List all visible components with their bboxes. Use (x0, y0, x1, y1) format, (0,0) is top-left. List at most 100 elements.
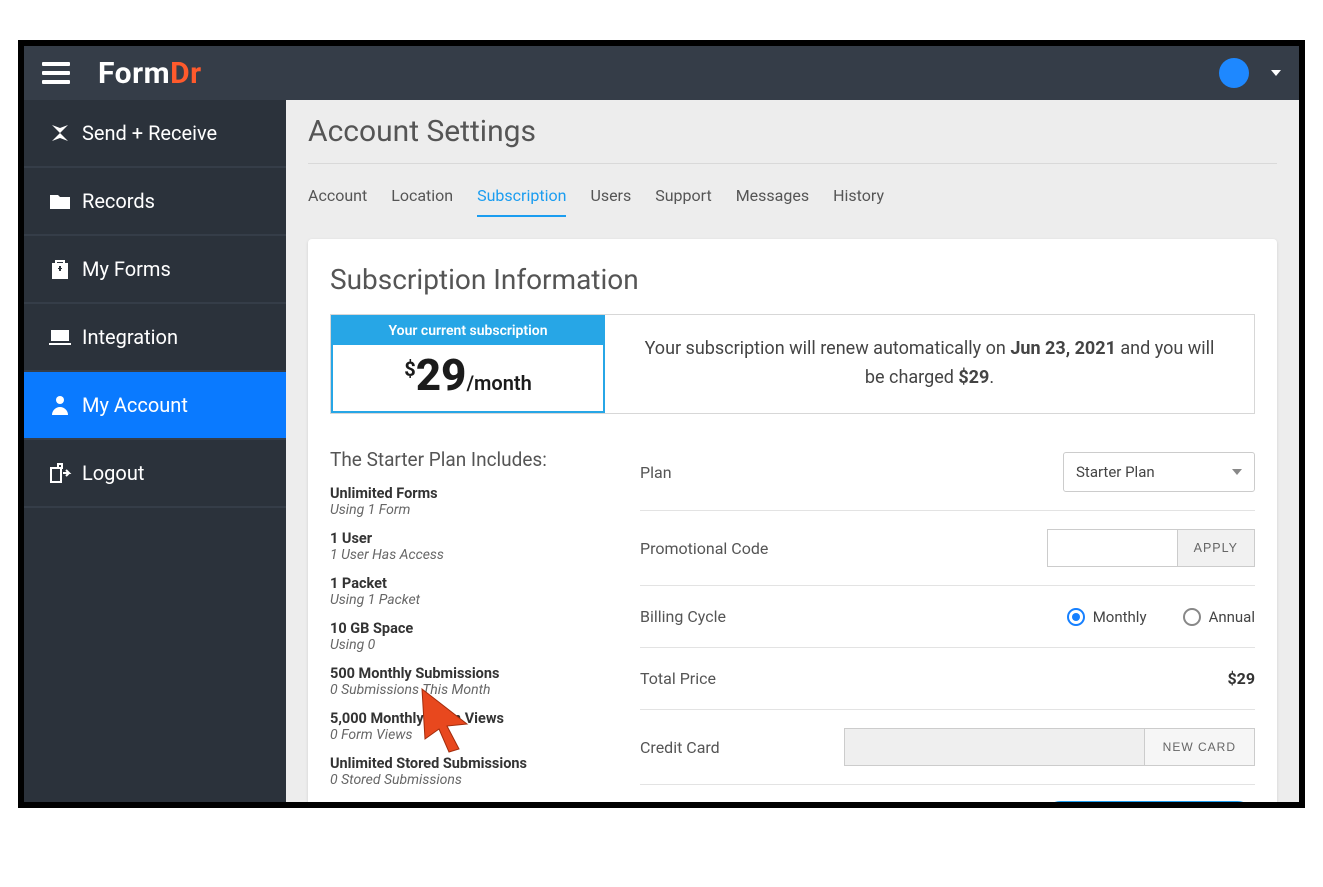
card-group: NEW CARD (844, 728, 1255, 766)
sidebar-item-send-receive[interactable]: Send + Receive (24, 100, 286, 168)
price-currency: $ (404, 357, 415, 381)
sidebar-item-integration[interactable]: Integration (24, 304, 286, 372)
page-title: Account Settings (308, 114, 1277, 164)
renew-date: Jun 23, 2021 (1010, 338, 1116, 359)
feature-sub: 0 Form Views (330, 727, 622, 743)
plan-label: Plan (640, 463, 672, 482)
billing-options: Monthly Annual (1067, 608, 1255, 626)
sidebar-item-label: Send + Receive (82, 121, 217, 145)
feature-sub: Using 1 Packet (330, 592, 622, 608)
renewal-notice: Your subscription will renew automatical… (605, 315, 1254, 413)
feature-item: 10 GB Space Using 0 (330, 620, 622, 653)
feature-item: 5,000 Monthly Form Views 0 Form Views (330, 710, 622, 743)
subscription-form: Plan Starter Plan Promotional Code APPLY (640, 448, 1255, 802)
sidebar-item-label: My Forms (82, 257, 171, 281)
feature-item: Unlimited Stored Submissions 0 Stored Su… (330, 755, 622, 788)
logo: FormDr (98, 56, 202, 91)
card-input[interactable] (844, 728, 1144, 766)
plan-select-value: Starter Plan (1076, 463, 1155, 481)
plan-select[interactable]: Starter Plan (1063, 452, 1255, 492)
new-card-button[interactable]: NEW CARD (1144, 728, 1255, 766)
feature-title: Unlimited Stored Submissions (330, 755, 622, 772)
renew-text-prefix: Your subscription will renew automatical… (645, 338, 1011, 359)
user-icon (38, 393, 82, 417)
main-content: Account Settings Account Location Subscr… (286, 100, 1299, 802)
user-menu-caret-icon[interactable] (1271, 70, 1281, 76)
feature-sub: Using 1 Form (330, 502, 622, 518)
sidebar-item-my-forms[interactable]: My Forms (24, 236, 286, 304)
row-billing: Billing Cycle Monthly Annual (640, 586, 1255, 648)
card-title: Subscription Information (330, 263, 1255, 296)
row-total: Total Price $29 (640, 648, 1255, 710)
feature-title: Unlimited Forms (330, 485, 622, 502)
feature-title: 1 Packet (330, 575, 622, 592)
radio-icon (1183, 608, 1201, 626)
update-subscription-button[interactable]: UPDATE SUBSCRIPTION (1043, 801, 1255, 802)
subscription-card: Subscription Information Your current su… (308, 239, 1277, 802)
current-subscription-box: Your current subscription $29/month (331, 315, 605, 413)
feature-title: 1 User (330, 530, 622, 547)
clipboard-icon (38, 257, 82, 281)
header-right (1219, 58, 1281, 88)
feature-sub: Using 0 (330, 637, 622, 653)
billing-label: Billing Cycle (640, 607, 726, 626)
price-period: /month (466, 371, 531, 395)
send-receive-icon (38, 121, 82, 145)
plan-includes: The Starter Plan Includes: Unlimited For… (330, 448, 622, 802)
row-promo: Promotional Code APPLY (640, 511, 1255, 586)
feature-title: 5,000 Monthly Form Views (330, 710, 622, 727)
feature-item: Unlimited Forms Using 1 Form (330, 485, 622, 518)
feature-item: 500 Monthly Submissions 0 Submissions Th… (330, 665, 622, 698)
includes-title: The Starter Plan Includes: (330, 448, 622, 471)
promo-group: APPLY (1047, 529, 1255, 567)
tab-location[interactable]: Location (391, 186, 453, 217)
tab-users[interactable]: Users (590, 186, 631, 217)
tab-history[interactable]: History (833, 186, 884, 217)
feature-item: 1 User 1 User Has Access (330, 530, 622, 563)
card-label: Credit Card (640, 738, 720, 757)
sidebar: Send + Receive Records My Forms Integrat… (24, 100, 286, 802)
price-box: $29/month (333, 345, 603, 411)
row-card: Credit Card NEW CARD (640, 710, 1255, 785)
app-frame: FormDr Send + Receive Records (18, 40, 1305, 808)
tab-support[interactable]: Support (655, 186, 711, 217)
logo-form: Form (98, 56, 170, 91)
chevron-down-icon (1232, 469, 1242, 475)
sidebar-item-label: Records (82, 189, 155, 213)
app-header: FormDr (24, 46, 1299, 100)
folder-icon (38, 189, 82, 213)
renew-amount: $29 (958, 367, 989, 388)
renew-text-suffix: . (989, 367, 994, 388)
promo-input[interactable] (1047, 529, 1177, 567)
sidebar-item-label: My Account (82, 393, 188, 417)
total-label: Total Price (640, 669, 716, 688)
radio-icon (1067, 608, 1085, 626)
billing-monthly-option[interactable]: Monthly (1067, 608, 1147, 626)
sidebar-item-my-account[interactable]: My Account (24, 372, 286, 440)
feature-title: 10 GB Space (330, 620, 622, 637)
sidebar-item-label: Integration (82, 325, 178, 349)
billing-annual-label: Annual (1209, 608, 1255, 626)
tab-subscription[interactable]: Subscription (477, 186, 566, 217)
logout-icon (38, 461, 82, 485)
current-subscription-label: Your current subscription (333, 317, 603, 345)
feature-title: 500 Monthly Submissions (330, 665, 622, 682)
feature-sub: 0 Stored Submissions (330, 772, 622, 788)
billing-monthly-label: Monthly (1093, 608, 1147, 626)
row-update: UPDATE SUBSCRIPTION (640, 785, 1255, 802)
price-amount: 29 (416, 349, 467, 401)
logo-dr: Dr (170, 56, 201, 91)
tab-messages[interactable]: Messages (736, 186, 809, 217)
menu-icon[interactable] (42, 57, 70, 89)
feature-item: 1 Packet Using 1 Packet (330, 575, 622, 608)
sidebar-item-logout[interactable]: Logout (24, 440, 286, 508)
sidebar-item-records[interactable]: Records (24, 168, 286, 236)
apply-button[interactable]: APPLY (1177, 529, 1255, 567)
subscription-details: The Starter Plan Includes: Unlimited For… (330, 448, 1255, 802)
billing-annual-option[interactable]: Annual (1183, 608, 1255, 626)
laptop-icon (38, 325, 82, 349)
subscription-summary: Your current subscription $29/month Your… (330, 314, 1255, 414)
sidebar-item-label: Logout (82, 461, 144, 485)
avatar[interactable] (1219, 58, 1249, 88)
tab-account[interactable]: Account (308, 186, 367, 217)
